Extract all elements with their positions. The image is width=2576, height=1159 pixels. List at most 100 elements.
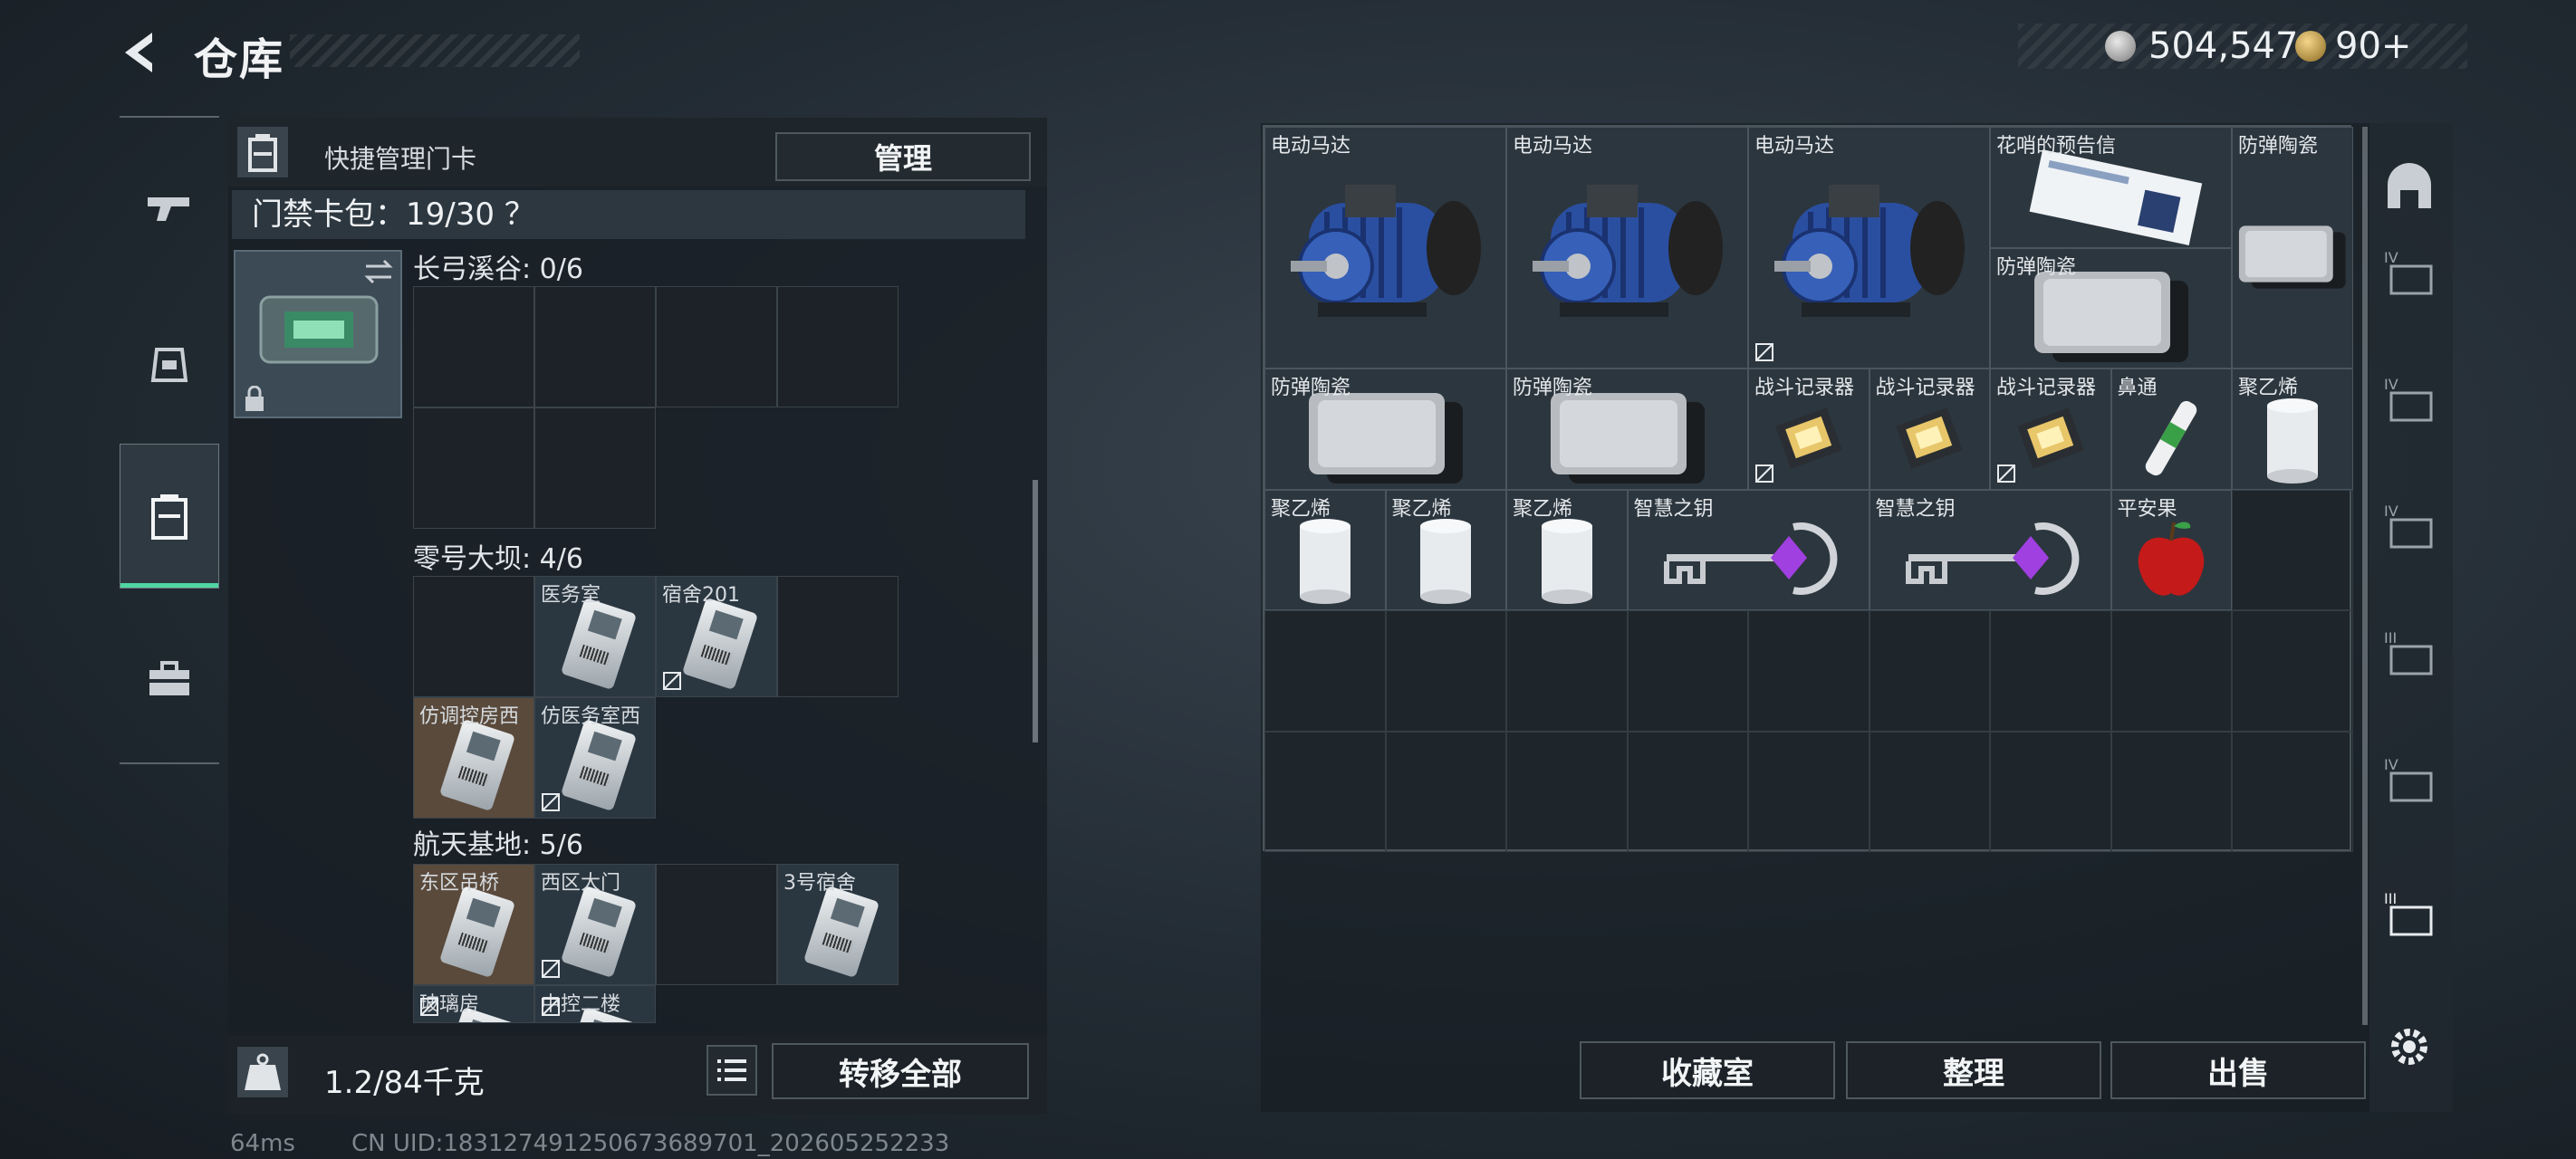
grid-cell[interactable] — [2232, 610, 2353, 732]
keycard-image — [803, 885, 880, 979]
storage-tab-iv-1-icon[interactable]: IV — [2382, 246, 2437, 301]
storage-item-motor[interactable]: 电动马达 — [1264, 127, 1506, 369]
polyethylene-roll-icon — [1299, 519, 1350, 605]
storage-item-apple[interactable]: 平安果 — [2110, 489, 2232, 610]
grid-cell[interactable] — [1506, 731, 1628, 852]
storage-item-ceramic[interactable]: 防弹陶瓷 — [2232, 127, 2353, 369]
empty-keycard-slot[interactable] — [656, 286, 777, 407]
grid-cell[interactable] — [1385, 610, 1506, 732]
grid-cell[interactable] — [2110, 610, 2232, 732]
empty-keycard-slot[interactable] — [413, 286, 534, 407]
storage-tab-iv-3-icon[interactable]: IV — [2382, 500, 2437, 554]
storage-tab-iv-2-icon[interactable]: IV — [2382, 373, 2437, 427]
grid-cell[interactable] — [1990, 731, 2111, 852]
keycard-slot[interactable]: 东区吊桥 — [413, 864, 534, 985]
storage-item-recorder[interactable]: 战斗记录器 — [1748, 369, 1870, 490]
settings-gear-icon[interactable] — [2382, 1020, 2437, 1074]
keycard-slot[interactable]: 仿调控房西 — [413, 697, 534, 819]
collection-room-button[interactable]: 收藏室 — [1580, 1041, 1835, 1099]
storage-item-key[interactable]: 智慧之钥 — [1627, 489, 1870, 610]
item-label: 鼻通 — [2117, 377, 2158, 399]
grid-cell[interactable] — [1869, 731, 1990, 852]
back-arrow-icon[interactable] — [116, 27, 167, 78]
keycard-image — [560, 718, 638, 812]
storage-item-inhaler[interactable]: 鼻通 — [2110, 369, 2232, 490]
storage-item-letter[interactable]: 花哨的预告信 — [1990, 127, 2232, 248]
empty-keycard-slot[interactable] — [534, 407, 656, 529]
organize-button[interactable]: 整理 — [1846, 1041, 2101, 1099]
card-pack-capacity[interactable]: 门禁卡包：19/30 ？ — [232, 190, 1025, 239]
empty-keycard-slot[interactable] — [413, 407, 534, 529]
storage-item-ceramic[interactable]: 防弹陶瓷 — [1506, 369, 1748, 490]
storage-home-icon[interactable] — [2382, 163, 2437, 217]
item-art — [1507, 128, 1747, 368]
svg-text:IV: IV — [2384, 503, 2398, 520]
selected-keycard-case[interactable] — [234, 250, 402, 418]
grid-cell[interactable] — [1385, 731, 1506, 852]
empty-keycard-slot[interactable] — [656, 864, 777, 985]
empty-keycard-slot[interactable] — [534, 286, 656, 407]
storage-item-key[interactable]: 智慧之钥 — [1869, 489, 2111, 610]
storage-item-ceramic[interactable]: 防弹陶瓷 — [1990, 247, 2232, 369]
keycard-slot[interactable]: 中控二楼 — [534, 985, 656, 1023]
sell-button[interactable]: 出售 — [2110, 1041, 2366, 1099]
left-scrollbar[interactable] — [1033, 480, 1038, 742]
fancy-letter-icon — [2029, 148, 2202, 245]
keycard-slot[interactable]: 西区大门 — [534, 864, 656, 985]
empty-keycard-slot[interactable] — [777, 286, 899, 407]
keycard-slot[interactable]: 仿医务室西 — [534, 697, 656, 819]
item-label: 防弹陶瓷 — [1513, 377, 1593, 399]
nav-keycard[interactable] — [120, 444, 219, 589]
right-scrollbar[interactable] — [2362, 127, 2368, 1025]
grid-cell[interactable] — [1748, 610, 1870, 732]
grid-cell[interactable] — [1627, 610, 1748, 732]
polyethylene-roll-icon — [1420, 519, 1472, 605]
storage-tab-iii-2-icon[interactable]: III — [2382, 887, 2437, 942]
grid-cell[interactable] — [2110, 731, 2232, 852]
keycard-slot[interactable]: 玻璃房 — [413, 985, 534, 1023]
nav-weapon[interactable] — [120, 136, 219, 281]
transfer-all-button[interactable]: 转移全部 — [772, 1043, 1029, 1099]
svg-text:III: III — [2384, 890, 2397, 907]
grid-cell[interactable] — [1264, 731, 1386, 852]
keycard-label: 仿调控房西 — [419, 705, 520, 728]
keycard-slot[interactable]: 医务室 — [534, 576, 656, 697]
storage-item-roll[interactable]: 聚乙烯 — [1385, 489, 1506, 610]
storage-tab-iv-4-icon[interactable]: IV — [2382, 753, 2437, 808]
keycard-slot[interactable]: 宿舍201 — [656, 576, 777, 697]
empty-keycard-slot[interactable] — [777, 576, 899, 697]
storage-item-ceramic[interactable]: 防弹陶瓷 — [1264, 369, 1506, 490]
storage-tab-iii-1-icon[interactable]: III — [2382, 627, 2437, 681]
keycard-label: 仿医务室西 — [541, 705, 641, 728]
keycard-label: 3号宿舍 — [783, 872, 856, 895]
storage-item-motor[interactable]: 电动马达 — [1506, 127, 1748, 369]
nav-armor[interactable] — [120, 290, 219, 435]
category-nav — [120, 116, 219, 764]
manage-button[interactable]: 管理 — [775, 132, 1031, 181]
currency-gold-value[interactable]: 90+ — [2335, 25, 2411, 67]
grid-cell[interactable] — [1869, 610, 1990, 732]
grid-cell[interactable] — [1748, 731, 1870, 852]
storage-item-recorder[interactable]: 战斗记录器 — [1990, 369, 2111, 490]
keycard-image — [560, 597, 638, 691]
grid-cell[interactable] — [2232, 489, 2353, 610]
swap-icon[interactable] — [362, 259, 395, 284]
nav-toolbox[interactable] — [120, 607, 219, 752]
grid-cell[interactable] — [1506, 610, 1628, 732]
electric-motor-icon — [1290, 184, 1481, 317]
storage-item-roll[interactable]: 聚乙烯 — [2232, 369, 2353, 490]
storage-item-motor[interactable]: 电动马达 — [1748, 127, 1990, 369]
keycard-slot[interactable]: 3号宿舍 — [777, 864, 899, 985]
list-view-button[interactable] — [706, 1045, 757, 1096]
svg-text:IV: IV — [2384, 249, 2398, 266]
item-label: 聚乙烯 — [2238, 377, 2299, 399]
item-label: 智慧之钥 — [1633, 497, 1714, 521]
storage-item-roll[interactable]: 聚乙烯 — [1506, 489, 1628, 610]
grid-cell[interactable] — [1990, 610, 2111, 732]
storage-item-recorder[interactable]: 战斗记录器 — [1869, 369, 1990, 490]
empty-keycard-slot[interactable] — [413, 576, 534, 697]
grid-cell[interactable] — [1264, 610, 1386, 732]
grid-cell[interactable] — [2232, 731, 2353, 852]
grid-cell[interactable] — [1627, 731, 1748, 852]
storage-item-roll[interactable]: 聚乙烯 — [1264, 489, 1386, 610]
